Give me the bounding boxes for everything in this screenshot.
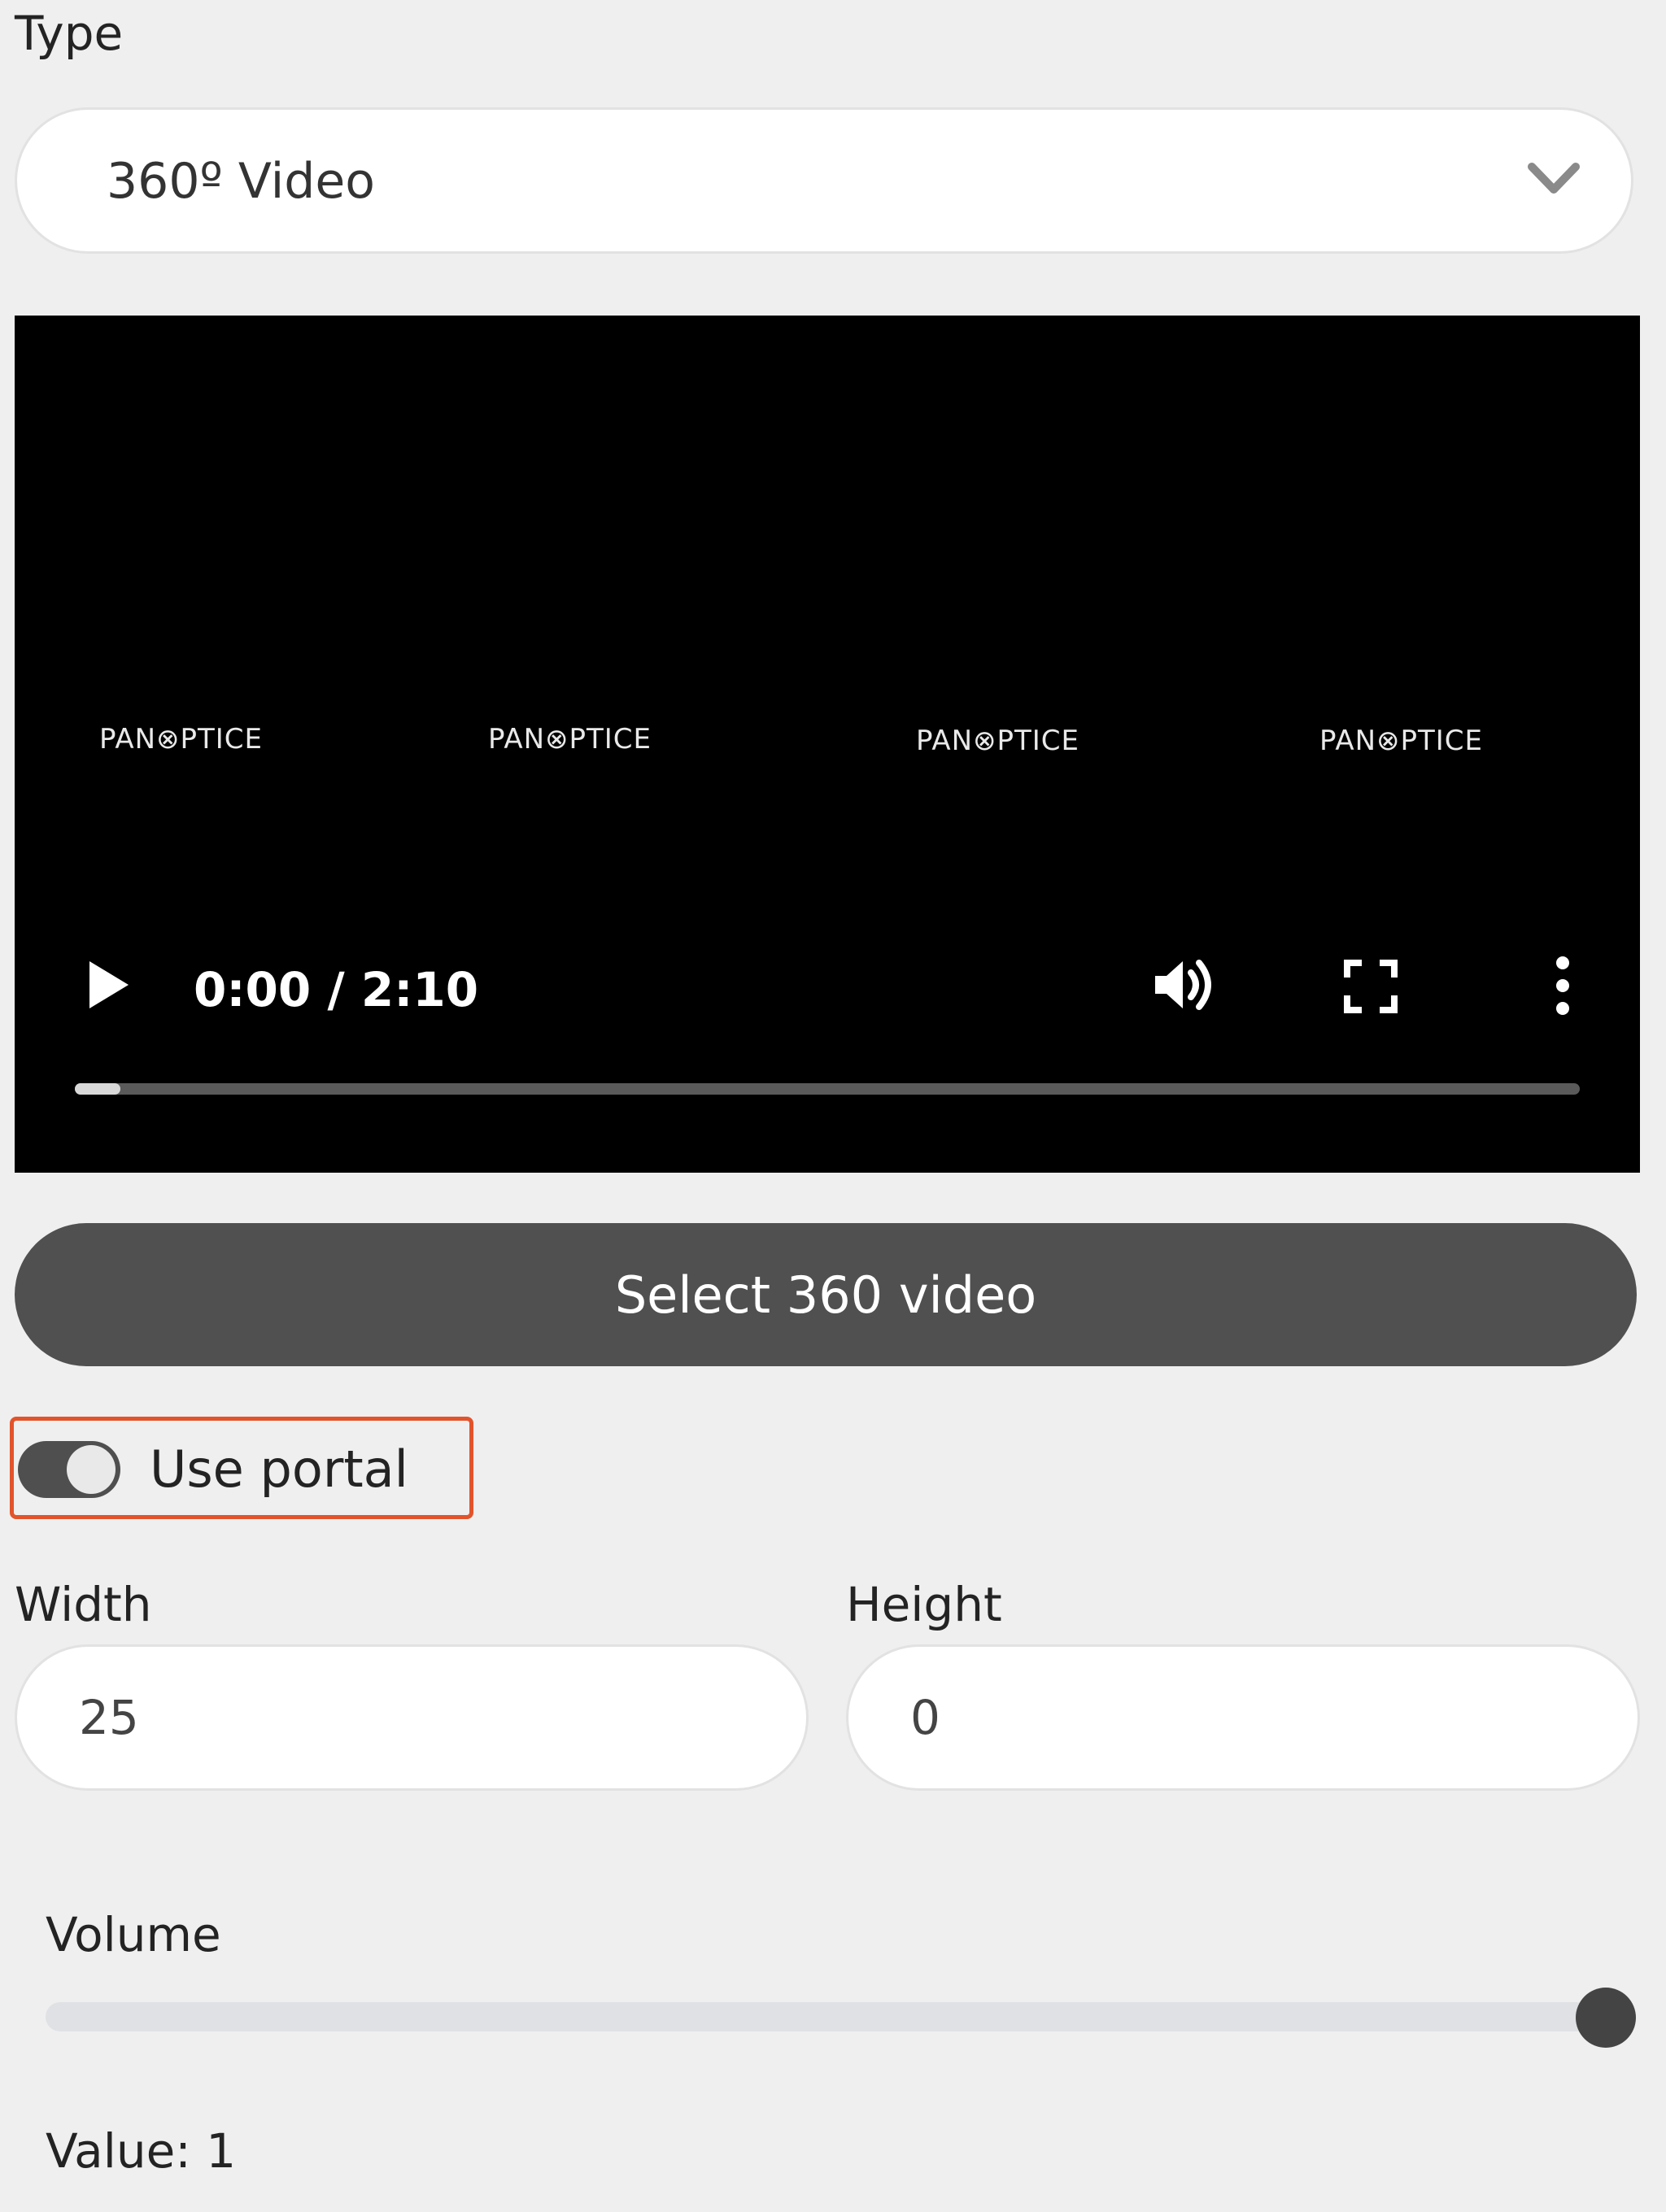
- chevron-down-icon: [1528, 163, 1580, 194]
- more-options-icon[interactable]: [1542, 953, 1583, 1018]
- value-number: 1: [206, 2123, 237, 2179]
- use-portal-toggle[interactable]: [18, 1441, 120, 1498]
- video-watermark: PAN⊗PTICE: [1319, 725, 1484, 757]
- video-progress-bar[interactable]: [75, 1083, 1580, 1095]
- width-input[interactable]: 25: [15, 1644, 809, 1791]
- volume-label: Volume: [46, 1907, 221, 1962]
- width-label: Width: [15, 1577, 152, 1632]
- height-value: 0: [910, 1690, 940, 1745]
- video-player[interactable]: PAN⊗PTICE PAN⊗PTICE PAN⊗PTICE PAN⊗PTICE …: [15, 316, 1640, 1173]
- select-360-video-button[interactable]: Select 360 video: [15, 1223, 1637, 1366]
- video-watermark: PAN⊗PTICE: [99, 723, 264, 755]
- play-icon[interactable]: [83, 956, 132, 1013]
- type-label: Type: [15, 6, 124, 61]
- value-prefix: Value:: [46, 2123, 207, 2179]
- video-watermark: PAN⊗PTICE: [916, 725, 1080, 757]
- volume-icon[interactable]: [1152, 955, 1219, 1015]
- video-progress-fill: [75, 1083, 120, 1095]
- toggle-knob: [67, 1445, 116, 1494]
- volume-slider-thumb[interactable]: [1576, 1988, 1636, 2048]
- use-portal-label: Use portal: [150, 1439, 408, 1499]
- volume-slider-track[interactable]: [46, 2002, 1591, 2031]
- type-select[interactable]: 360º Video: [15, 107, 1633, 254]
- height-label: Height: [846, 1577, 1002, 1632]
- type-select-value: 360º Video: [107, 153, 375, 210]
- video-watermark: PAN⊗PTICE: [488, 723, 652, 755]
- video-time-display: 0:00 / 2:10: [194, 962, 479, 1017]
- width-value: 25: [79, 1690, 139, 1745]
- fullscreen-icon[interactable]: [1342, 958, 1399, 1015]
- volume-value-readout: Value: 1: [46, 2127, 236, 2175]
- height-input[interactable]: 0: [846, 1644, 1640, 1791]
